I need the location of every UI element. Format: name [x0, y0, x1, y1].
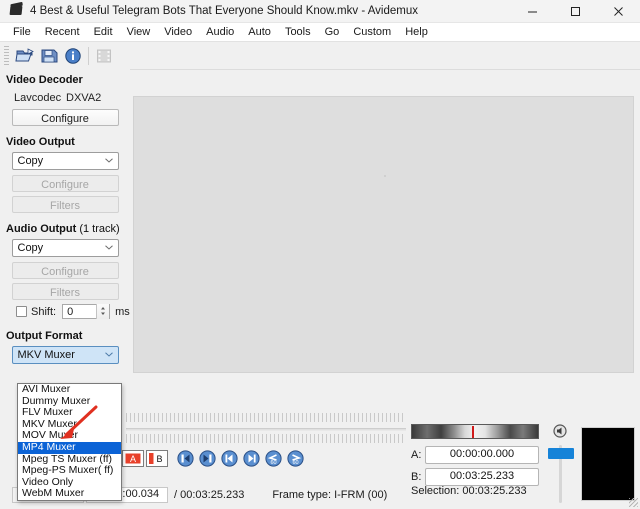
- minimize-button[interactable]: [511, 0, 554, 22]
- menu-custom[interactable]: Custom: [346, 23, 398, 41]
- dropdown-option-mp4[interactable]: MP4 Muxer: [18, 441, 121, 454]
- frame-thumbnail: [581, 427, 635, 501]
- main-toolbar: [0, 42, 640, 70]
- video-decoder-title: Video Decoder: [6, 74, 83, 86]
- marker-b-label: B:: [411, 471, 422, 483]
- shift-value-input[interactable]: 0: [62, 304, 111, 319]
- svg-text:60: 60: [292, 460, 298, 466]
- shift-value-text: 0: [67, 306, 74, 318]
- mark-b-icon[interactable]: B: [146, 449, 168, 467]
- shift-label: Shift:: [31, 305, 57, 318]
- chevron-down-icon: [104, 158, 113, 163]
- info-icon[interactable]: [61, 44, 85, 68]
- preview-pixel: [384, 175, 386, 177]
- menu-file[interactable]: File: [6, 23, 38, 41]
- video-preview-area[interactable]: [133, 96, 634, 373]
- menu-tools[interactable]: Tools: [278, 23, 318, 41]
- marker-b-field[interactable]: 00:03:25.233: [425, 468, 539, 486]
- player-controls: A B 60 60: [100, 446, 308, 470]
- marker-a-field[interactable]: 00:00:00.000: [425, 446, 539, 464]
- shift-spinner-buttons[interactable]: [96, 304, 110, 319]
- audio-output-configure-button: Configure: [11, 262, 119, 279]
- chevron-down-icon: [104, 352, 113, 357]
- resize-grip[interactable]: [629, 498, 638, 507]
- window-buttons: [511, 0, 640, 22]
- menu-recent[interactable]: Recent: [38, 23, 87, 41]
- audio-output-value: Copy: [17, 242, 44, 254]
- video-output-configure-button: Configure: [11, 175, 119, 192]
- total-time-label: / 00:03:25.233: [174, 489, 245, 501]
- shift-unit-label: ms: [115, 305, 130, 318]
- toolbar-separator: [88, 46, 89, 65]
- save-floppy-icon[interactable]: [37, 44, 61, 68]
- menu-audio[interactable]: Audio: [199, 23, 241, 41]
- avidemux-window: 4 Best & Useful Telegram Bots That Every…: [0, 0, 640, 509]
- dropdown-option-avi[interactable]: AVI Muxer: [18, 383, 121, 396]
- navigation-gradient-bar[interactable]: [411, 424, 539, 439]
- audio-output-track-count: (1 track): [79, 223, 120, 235]
- prev-keyframe-icon[interactable]: [220, 449, 238, 467]
- menu-auto[interactable]: Auto: [241, 23, 278, 41]
- audio-output-combo[interactable]: Copy: [11, 239, 119, 257]
- svg-text:60: 60: [270, 460, 276, 466]
- film-clip-icon: [92, 44, 116, 68]
- timeline-ruler-top[interactable]: [126, 413, 406, 422]
- avidemux-clapperboard-icon: [8, 3, 26, 19]
- audio-output-title: Audio Output (1 track): [0, 217, 130, 239]
- playhead-marker: [472, 426, 474, 438]
- audio-output-filters-button: Filters: [11, 283, 119, 300]
- menu-view[interactable]: View: [120, 23, 158, 41]
- svg-text:B: B: [156, 454, 162, 464]
- title-bar: 4 Best & Useful Telegram Bots That Every…: [0, 0, 640, 23]
- dropdown-option-webm[interactable]: WebM Muxer: [18, 488, 121, 500]
- forward-60s-icon[interactable]: 60: [286, 449, 304, 467]
- menu-help[interactable]: Help: [398, 23, 435, 41]
- chevron-down-icon: [104, 245, 113, 250]
- speaker-icon[interactable]: [551, 424, 569, 440]
- timeline-track[interactable]: [126, 428, 406, 432]
- close-button[interactable]: [597, 0, 640, 22]
- mark-a-icon[interactable]: A: [122, 449, 144, 467]
- open-folder-icon[interactable]: [13, 44, 37, 68]
- next-keyframe-icon[interactable]: [242, 449, 260, 467]
- decoder-accel: DXVA2: [66, 92, 102, 104]
- prev-frame-icon[interactable]: [176, 449, 194, 467]
- menu-video[interactable]: Video: [157, 23, 199, 41]
- output-format-dropdown-list[interactable]: AVI Muxer Dummy Muxer FLV Muxer MKV Muxe…: [17, 383, 122, 501]
- output-format-title: Output Format: [6, 330, 83, 342]
- decoder-info-row: Lavcodec DXVA2: [0, 90, 130, 109]
- menu-bar: File Recent Edit View Video Audio Auto T…: [0, 23, 640, 42]
- decoder-codec: Lavcodec: [14, 92, 62, 104]
- svg-text:A: A: [130, 454, 136, 464]
- maximize-button[interactable]: [554, 0, 597, 22]
- menu-go[interactable]: Go: [318, 23, 347, 41]
- left-settings-panel: Video Decoder Lavcodec DXVA2 Configure V…: [0, 68, 130, 398]
- volume-slider-thumb[interactable]: [548, 448, 574, 459]
- audio-output-title-text: Audio Output: [6, 223, 77, 235]
- marker-a-label: A:: [411, 449, 422, 461]
- marker-b-row: B: 00:03:25.233: [411, 468, 539, 486]
- toolbar-grip[interactable]: [4, 45, 9, 66]
- video-output-combo[interactable]: Copy: [11, 152, 119, 170]
- video-output-title: Video Output: [6, 136, 75, 148]
- window-title: 4 Best & Useful Telegram Bots That Every…: [30, 5, 419, 17]
- menu-edit[interactable]: Edit: [87, 23, 120, 41]
- timeline-ruler-bottom[interactable]: [126, 434, 406, 443]
- next-frame-icon[interactable]: [198, 449, 216, 467]
- audio-shift-row: Shift: 0 ms: [0, 304, 130, 319]
- selection-duration-label: Selection: 00:03:25.233: [411, 485, 527, 497]
- output-format-combo[interactable]: MKV Muxer: [11, 346, 119, 364]
- back-60s-icon[interactable]: 60: [264, 449, 282, 467]
- video-output-value: Copy: [17, 155, 44, 167]
- output-format-value: MKV Muxer: [17, 349, 75, 361]
- video-decoder-configure-button[interactable]: Configure: [11, 109, 119, 126]
- shift-checkbox[interactable]: [16, 306, 27, 317]
- marker-a-row: A: 00:00:00.000: [411, 446, 539, 464]
- video-output-filters-button: Filters: [11, 196, 119, 213]
- frame-type-label: Frame type: I-FRM (00): [272, 489, 388, 501]
- dropdown-option-mpegps[interactable]: Mpeg-PS Muxer( ff): [18, 465, 121, 477]
